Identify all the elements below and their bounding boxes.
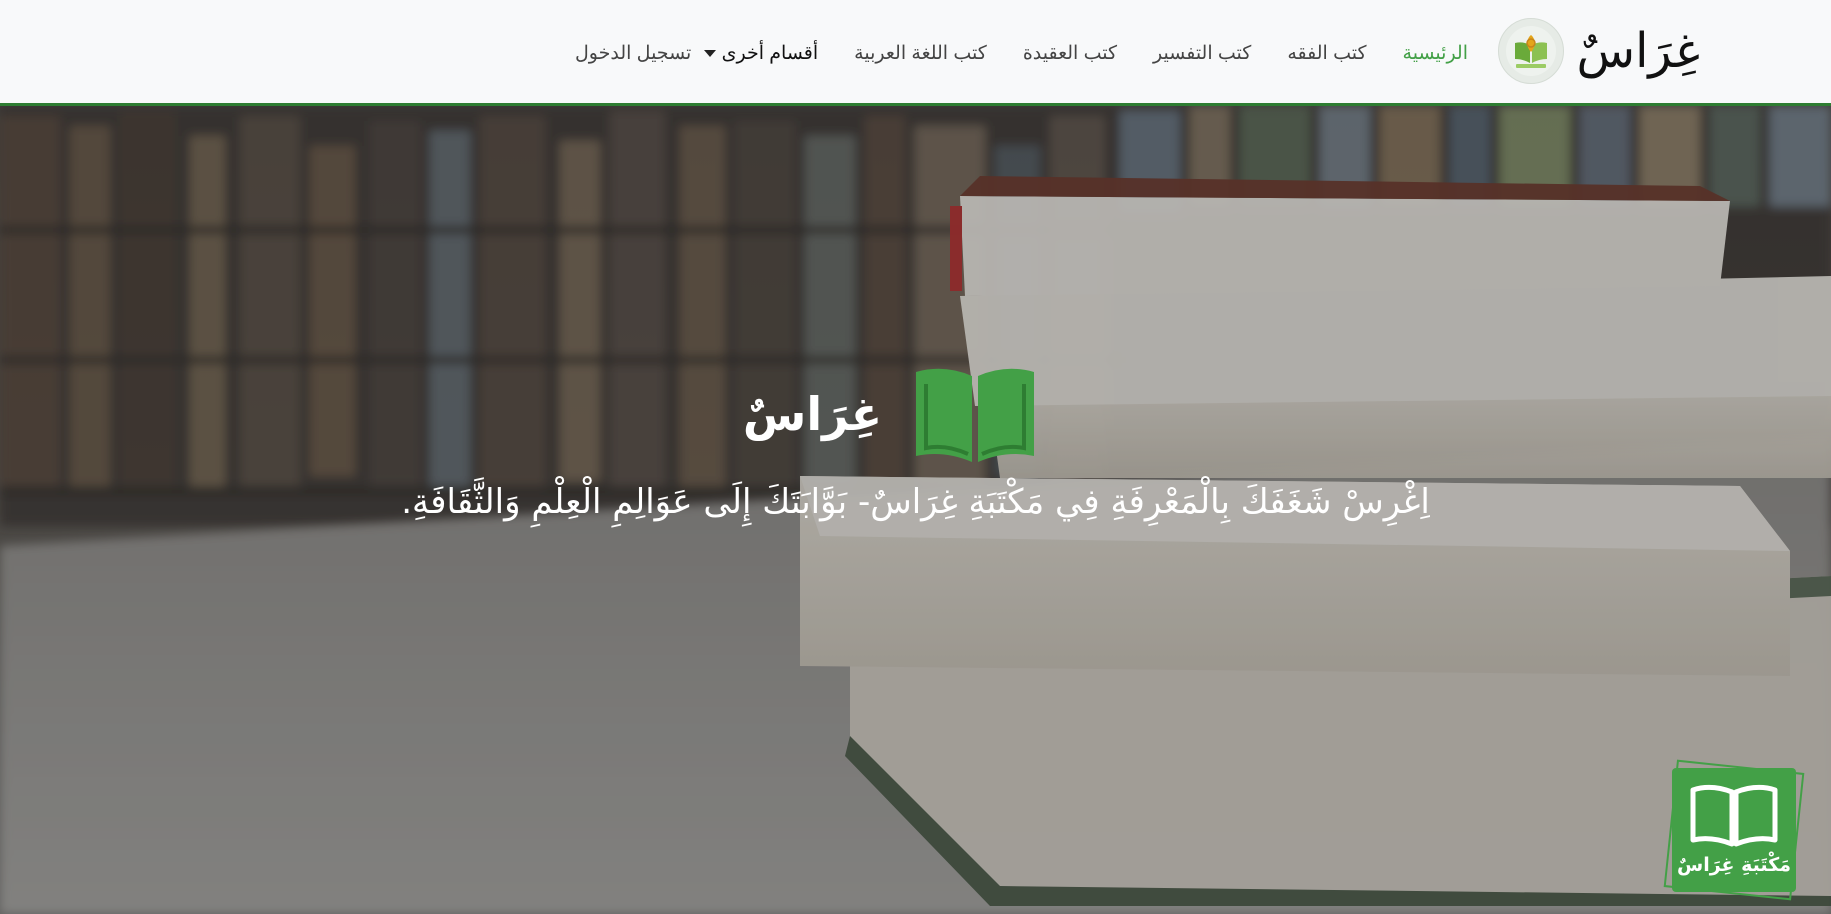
- nav-dropdown-label: أقسام أخرى: [721, 42, 819, 64]
- nav-item-aqeedah[interactable]: كتب العقيدة: [1005, 42, 1135, 65]
- caret-down-icon: [703, 49, 716, 57]
- nav-item-tafsir[interactable]: كتب التفسير: [1135, 42, 1269, 65]
- hero-title-row: غِرَاسٌ: [743, 364, 1038, 464]
- garas-logo-icon: [1498, 18, 1565, 84]
- nav-item-arabic[interactable]: كتب اللغة العربية: [836, 42, 1005, 65]
- hero-title: غِرَاسٌ: [742, 387, 883, 441]
- open-book-icon: [1690, 784, 1778, 847]
- nav-links: الرئيسية كتب الفقه كتب التفسير كتب العقي…: [686, 0, 1486, 106]
- library-badge[interactable]: مَكْتَبَةِ غِرَاسٌ: [1663, 759, 1805, 901]
- brand-name: غِرَاسٌ: [1576, 23, 1700, 79]
- open-book-icon: [916, 368, 1035, 462]
- nav-item-home[interactable]: الرئيسية: [1385, 42, 1486, 65]
- hero-content: غِرَاسٌ اِغْرِسْ شَغَفَكَ بِالْمَعْرِفَة…: [0, 364, 1831, 522]
- hero-section: غِرَاسٌ اِغْرِسْ شَغَفَكَ بِالْمَعْرِفَة…: [0, 106, 1831, 914]
- nav-dropdown-other[interactable]: أقسام أخرى: [686, 42, 837, 65]
- navbar: غِرَاسٌ الرئيسية كتب الفقه كتب التفسير ك…: [0, 0, 1831, 106]
- hero-tagline: اِغْرِسْ شَغَفَكَ بِالْمَعْرِفَةِ فِي مَ…: [401, 482, 1430, 522]
- login-link[interactable]: تسجيل الدخول: [575, 0, 691, 106]
- badge-tile: مَكْتَبَةِ غِرَاسٌ: [1672, 768, 1796, 892]
- brand-link[interactable]: غِرَاسٌ: [1498, 16, 1700, 86]
- badge-label: مَكْتَبَةِ غِرَاسٌ: [1677, 854, 1791, 876]
- nav-item-fiqh[interactable]: كتب الفقه: [1269, 42, 1384, 65]
